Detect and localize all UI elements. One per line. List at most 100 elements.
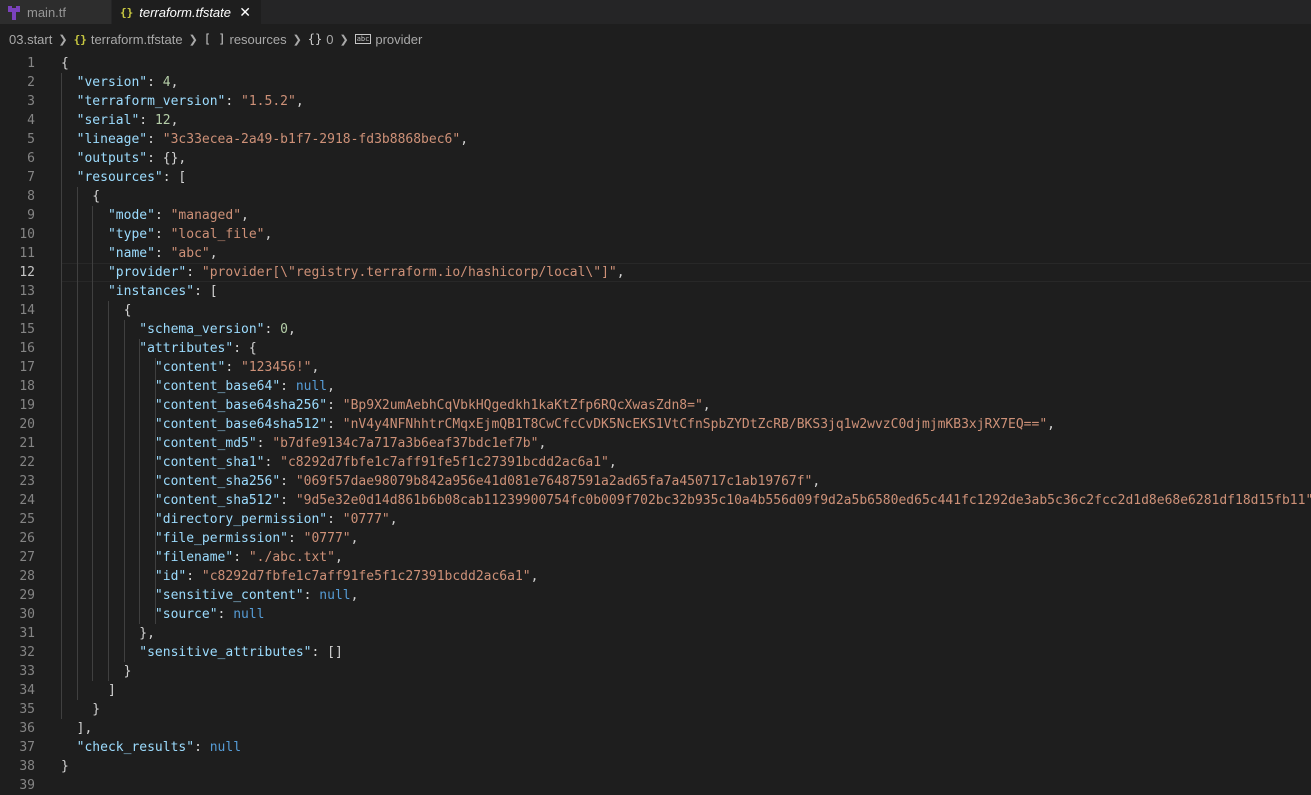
- json-key: "file_permission": [154, 531, 288, 546]
- json-key: "schema_version": [139, 322, 265, 337]
- code-line[interactable]: 16 "attributes": {: [0, 339, 1311, 358]
- code-line[interactable]: 27 "filename": "./abc.txt",: [0, 548, 1311, 567]
- code-line[interactable]: 39: [0, 776, 1311, 795]
- json-punctuation: :: [264, 455, 281, 470]
- breadcrumb-resources[interactable]: resources: [229, 32, 286, 47]
- json-key: "content_base64sha256": [154, 398, 328, 413]
- json-string: "c8292d7fbfe1c7aff91fe5f1c27391bcdd2ac6a…: [280, 455, 609, 470]
- code-line[interactable]: 15 "schema_version": 0,: [0, 320, 1311, 339]
- json-punctuation: [61, 740, 77, 755]
- breadcrumb-folder[interactable]: 03.start: [9, 32, 52, 47]
- chevron-right-icon: ❯: [292, 33, 302, 46]
- code-line[interactable]: 19 "content_base64sha256": "Bp9X2umAebhC…: [0, 396, 1311, 415]
- json-key: "instances": [107, 284, 195, 299]
- json-string: "069f57dae98079b842a956e41d081e76487591a…: [295, 474, 813, 489]
- json-key: "content": [154, 360, 226, 375]
- code-line[interactable]: 10 "type": "local_file",: [0, 225, 1311, 244]
- code-line[interactable]: 20 "content_base64sha512": "nV4y4NFNhhtr…: [0, 415, 1311, 434]
- code-line[interactable]: 31 },: [0, 624, 1311, 643]
- code-line[interactable]: 12 "provider": "provider[\"registry.terr…: [0, 263, 1311, 282]
- json-punctuation: :: [217, 607, 234, 622]
- code-line[interactable]: 34 ]: [0, 681, 1311, 700]
- code-line[interactable]: 11 "name": "abc",: [0, 244, 1311, 263]
- code-line[interactable]: 29 "sensitive_content": null,: [0, 586, 1311, 605]
- code-line[interactable]: 21 "content_md5": "b7dfe9134c7a717a3b6ea…: [0, 434, 1311, 453]
- code-line[interactable]: 7 "resources": [: [0, 168, 1311, 187]
- line-number: 37: [19, 740, 35, 755]
- breadcrumb-file[interactable]: terraform.tfstate: [91, 32, 183, 47]
- json-punctuation: ,: [327, 379, 335, 394]
- line-number: 1: [27, 56, 35, 71]
- code-text: }: [61, 700, 100, 719]
- code-line[interactable]: 22 "content_sha1": "c8292d7fbfe1c7aff91f…: [0, 453, 1311, 472]
- line-number: 34: [19, 683, 35, 698]
- json-string: "nV4y4NFNhhtrCMqxEjmQB1T8CwCfcCvDK5NcEKS…: [342, 417, 1048, 432]
- code-line[interactable]: 35 }: [0, 700, 1311, 719]
- line-number: 23: [19, 474, 35, 489]
- code-text: "content_base64sha512": "nV4y4NFNhhtrCMq…: [61, 415, 1055, 434]
- indent-guide: [154, 358, 156, 624]
- code-line[interactable]: 6 "outputs": {},: [0, 149, 1311, 168]
- code-text: "content_base64sha256": "Bp9X2umAebhCqVb…: [61, 396, 711, 415]
- json-punctuation: ,: [812, 474, 821, 489]
- json-punctuation: :: [139, 113, 155, 128]
- json-key: "attributes": [139, 341, 234, 356]
- code-line[interactable]: 25 "directory_permission": "0777",: [0, 510, 1311, 529]
- code-line[interactable]: 8 {: [0, 187, 1311, 206]
- indent-guide: [107, 301, 109, 681]
- indent-guide: [61, 73, 62, 719]
- json-punctuation: :: [225, 94, 242, 109]
- close-icon[interactable]: ✕: [239, 4, 251, 21]
- code-line[interactable]: 4 "serial": 12,: [0, 111, 1311, 130]
- code-line[interactable]: 23 "content_sha256": "069f57dae98079b842…: [0, 472, 1311, 491]
- json-punctuation: :: [327, 417, 343, 432]
- code-text: "instances": [: [61, 282, 218, 301]
- line-number: 31: [19, 626, 35, 641]
- code-line[interactable]: 37 "check_results": null: [0, 738, 1311, 757]
- json-punctuation: [61, 265, 108, 280]
- code-line[interactable]: 3 "terraform_version": "1.5.2",: [0, 92, 1311, 111]
- code-line[interactable]: 26 "file_permission": "0777",: [0, 529, 1311, 548]
- json-key: "outputs": [76, 151, 148, 166]
- code-line[interactable]: 5 "lineage": "3c33ecea-2a49-b1f7-2918-fd…: [0, 130, 1311, 149]
- code-text: "sensitive_content": null,: [61, 586, 359, 605]
- tab-terraform-tfstate[interactable]: {} terraform.tfstate ✕: [112, 0, 262, 24]
- json-key: "content_md5": [154, 436, 257, 451]
- json-punctuation: ,: [702, 398, 711, 413]
- code-line[interactable]: 9 "mode": "managed",: [0, 206, 1311, 225]
- json-punctuation: :: [186, 265, 202, 280]
- code-line[interactable]: 32 "sensitive_attributes": []: [0, 643, 1311, 662]
- code-line[interactable]: 2 "version": 4,: [0, 73, 1311, 92]
- code-text: "sensitive_attributes": []: [61, 643, 343, 662]
- json-string: "1.5.2": [241, 94, 296, 109]
- json-punctuation: ,: [616, 265, 625, 280]
- code-line[interactable]: 30 "source": null: [0, 605, 1311, 624]
- code-line[interactable]: 13 "instances": [: [0, 282, 1311, 301]
- code-line[interactable]: 14 {: [0, 301, 1311, 320]
- tab-main-tf[interactable]: main.tf: [0, 0, 112, 24]
- code-line[interactable]: 1{: [0, 54, 1311, 73]
- code-text: "resources": [: [61, 168, 187, 187]
- json-key: "content_sha512": [154, 493, 281, 508]
- line-number: 35: [19, 702, 35, 717]
- code-text: "content_sha512": "9d5e32e0d14d861b6b08c…: [61, 491, 1311, 510]
- code-line[interactable]: 28 "id": "c8292d7fbfe1c7aff91fe5f1c27391…: [0, 567, 1311, 586]
- json-punctuation: :: [280, 493, 296, 508]
- code-line[interactable]: 18 "content_base64": null,: [0, 377, 1311, 396]
- code-editor[interactable]: 1{2 "version": 4, 3 "terraform_version": …: [0, 54, 1311, 795]
- json-keyword: null: [233, 607, 265, 622]
- line-number: 33: [19, 664, 35, 679]
- code-line[interactable]: 17 "content": "123456!",: [0, 358, 1311, 377]
- line-number: 8: [27, 189, 35, 204]
- code-line[interactable]: 38}: [0, 757, 1311, 776]
- json-punctuation: ,: [241, 208, 249, 223]
- breadcrumb-provider[interactable]: provider: [375, 32, 422, 47]
- code-line[interactable]: 24 "content_sha512": "9d5e32e0d14d861b6b…: [0, 491, 1311, 510]
- line-number: 32: [19, 645, 35, 660]
- json-punctuation: ]: [61, 683, 116, 698]
- json-punctuation: {: [61, 303, 132, 318]
- code-line[interactable]: 36 ],: [0, 719, 1311, 738]
- breadcrumb-index[interactable]: 0: [326, 32, 333, 47]
- tab-label: terraform.tfstate: [139, 4, 231, 20]
- code-line[interactable]: 33 }: [0, 662, 1311, 681]
